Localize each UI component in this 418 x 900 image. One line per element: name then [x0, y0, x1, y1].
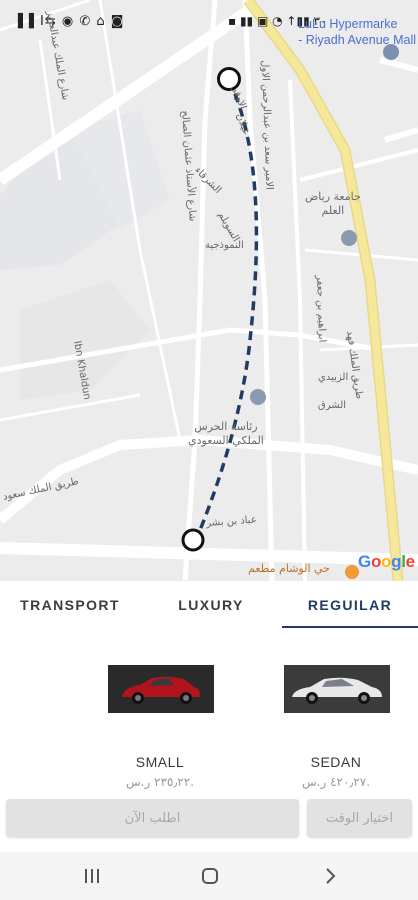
- poi-restaurant[interactable]: حي الوشام مطعم: [248, 562, 330, 576]
- recent-apps-button[interactable]: [62, 852, 122, 900]
- street-label: ابراهيم بن جعفر: [314, 275, 328, 343]
- poi-presidency[interactable]: رئاسة الحرس الملكي السعودي: [188, 420, 264, 448]
- poi-lulu-hypermarket[interactable]: LuLu Hypermarke - Riyadh Avenue Mall: [298, 16, 416, 48]
- chevron-right-icon: [326, 868, 336, 884]
- google-letter: G: [358, 552, 371, 571]
- google-letter: o: [381, 552, 392, 571]
- car-price-sedan: ٤٢٠٫٢٧ ر.س.: [301, 775, 371, 789]
- car-option-sedan[interactable]: [284, 665, 390, 715]
- back-button[interactable]: [300, 852, 360, 900]
- car-name-sedan: SEDAN: [310, 754, 362, 770]
- google-letter: e: [405, 552, 415, 571]
- active-tab-indicator: [282, 626, 418, 628]
- poi-mosque[interactable]: جامعة رياض العلم: [305, 190, 361, 218]
- app-root: ▌▌Ⅰ⇆ ◉ ✆ ⌂ ◙ ▪ ▮▮ ▣ ◔ ↑▮▮ ٣٠ LuLu Hyperm…: [0, 0, 418, 900]
- car-name-small: SMALL: [135, 754, 185, 770]
- google-logo: Google: [358, 552, 415, 572]
- street-label: الزبيدي: [318, 372, 349, 383]
- status-left-icons: ▌▌Ⅰ⇆ ◉ ✆ ⌂ ◙: [18, 14, 125, 29]
- car-image-small: [108, 665, 214, 713]
- home-button[interactable]: [180, 852, 240, 900]
- tab-luxury[interactable]: LUXURY: [140, 581, 282, 629]
- street-label: الشرق: [318, 400, 347, 411]
- recent-apps-icon: [85, 869, 99, 883]
- google-letter: o: [370, 552, 382, 571]
- request-now-button[interactable]: اطلب الآن: [6, 799, 299, 837]
- street-label: النموذجية: [205, 240, 244, 251]
- choose-time-button[interactable]: اختيار الوقت: [307, 799, 412, 837]
- route-map[interactable]: ▌▌Ⅰ⇆ ◉ ✆ ⌂ ◙ ▪ ▮▮ ▣ ◔ ↑▮▮ ٣٠ LuLu Hyperm…: [0, 0, 418, 581]
- car-price-small: ٢٣٥٫٢٢ ر.س.: [125, 775, 195, 789]
- system-nav-bar: [0, 852, 418, 900]
- google-letter: g: [391, 552, 402, 571]
- tab-regular[interactable]: REGUILAR: [282, 581, 418, 629]
- vehicle-category-tabs: TRANSPORT LUXURY REGUILAR: [0, 581, 418, 629]
- tab-transport[interactable]: TRANSPORT: [0, 581, 140, 629]
- car-option-small[interactable]: [108, 665, 214, 715]
- home-icon: [202, 868, 218, 884]
- car-image-sedan: [284, 665, 390, 713]
